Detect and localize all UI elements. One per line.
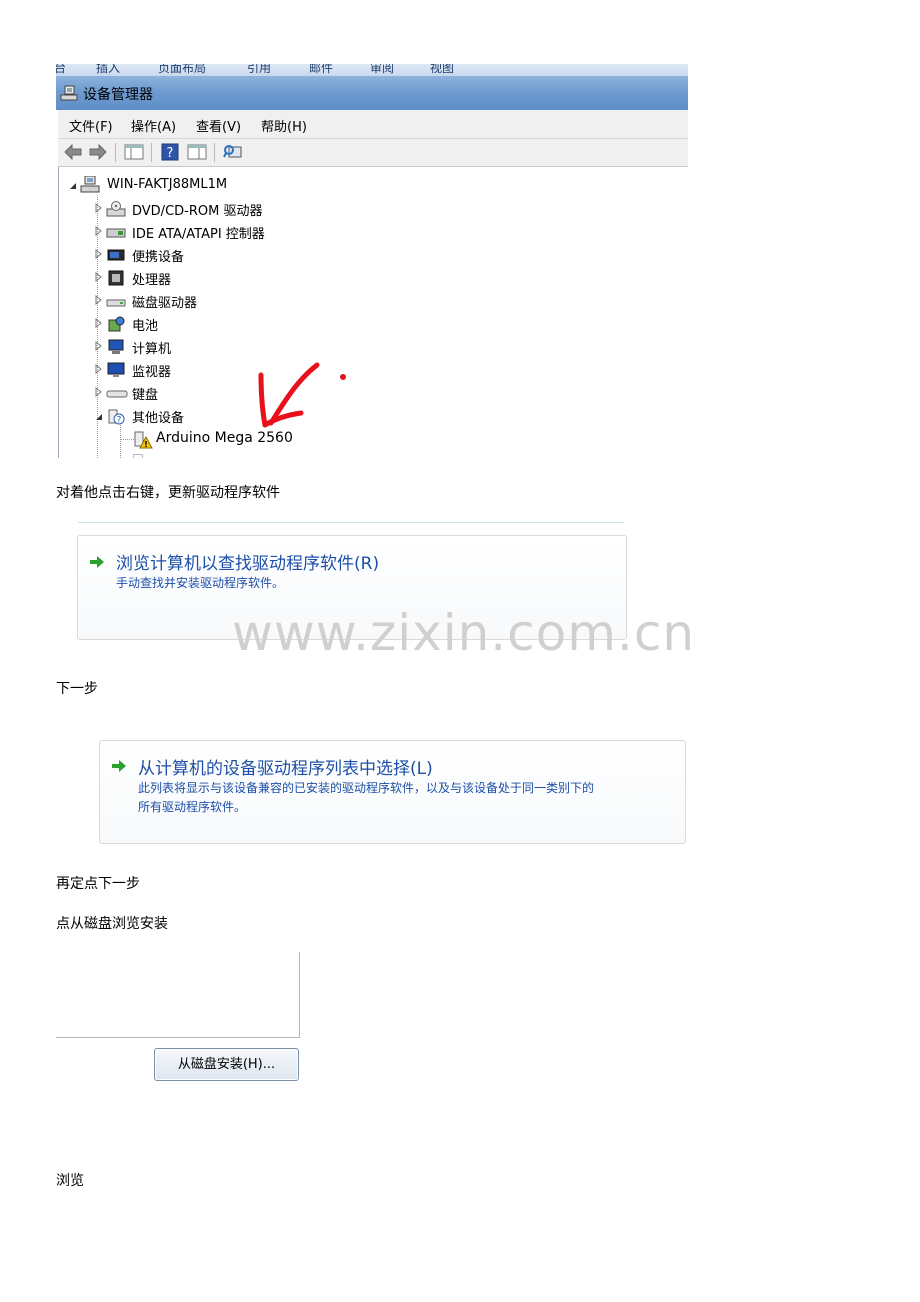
- option-description: 手动查找并安装驱动程序软件。: [116, 576, 285, 590]
- category-label: 磁盘驱动器: [132, 296, 198, 311]
- keyboard-icon: [106, 390, 128, 398]
- battery-icon: [108, 316, 125, 332]
- collapsed-arrow-icon[interactable]: [95, 318, 103, 328]
- collapsed-arrow-icon[interactable]: [95, 364, 103, 374]
- menu-help[interactable]: 帮助(H): [261, 116, 307, 135]
- option-title[interactable]: 从计算机的设备驱动程序列表中选择(L): [138, 754, 433, 779]
- back-arrow-icon[interactable]: [63, 143, 83, 161]
- properties-pane-icon[interactable]: [187, 143, 207, 161]
- category-label: 处理器: [132, 273, 172, 288]
- toolbar: ?: [58, 139, 688, 167]
- collapsed-arrow-icon[interactable]: [95, 226, 103, 236]
- collapsed-arrow-icon[interactable]: [95, 203, 103, 213]
- forward-arrow-icon[interactable]: [88, 143, 108, 161]
- dvd-drive-icon: [106, 201, 126, 217]
- svg-text:?: ?: [117, 416, 122, 426]
- device-manager-icon: [60, 85, 78, 101]
- computer-name: WIN-FAKTJ88ML1M: [107, 177, 228, 192]
- collapsed-arrow-icon[interactable]: [95, 387, 103, 397]
- scan-hardware-changes-icon[interactable]: [223, 143, 243, 161]
- ribbon-tab[interactable]: 引用: [247, 64, 271, 76]
- category-label: 电池: [132, 319, 159, 334]
- category-label: 计算机: [132, 342, 172, 357]
- toolbar-separator: [151, 143, 152, 162]
- ribbon-tab[interactable]: 页面布局: [158, 64, 206, 76]
- have-disk-button[interactable]: 从磁盘安装(H)...: [154, 1048, 299, 1081]
- other-device-icon: ?: [108, 409, 125, 426]
- tree-guide-line: [120, 425, 121, 458]
- device-manager-screenshot: 台 插入 页面布局 引用 邮件 审阅 视图 设备管理器 文件(F) 操作(A) …: [56, 64, 688, 458]
- watermark-text: www.zixin.com.cn: [232, 604, 696, 662]
- word-ribbon-fragment: 台 插入 页面布局 引用 邮件 审阅 视图: [56, 64, 688, 76]
- toolbar-separator: [115, 143, 116, 162]
- next-tree-item-fragment: [133, 454, 143, 458]
- instruction-browse: 浏览: [56, 1173, 84, 1189]
- expanded-arrow-icon[interactable]: [95, 412, 103, 422]
- processor-icon: [108, 270, 124, 286]
- toolbar-separator: [214, 143, 215, 162]
- window-title: 设备管理器: [83, 87, 153, 103]
- option-description-line2: 所有驱动程序软件。: [138, 800, 247, 814]
- instruction-next-step: 下一步: [56, 681, 98, 697]
- menu-view[interactable]: 查看(V): [196, 116, 241, 135]
- collapsed-arrow-icon[interactable]: [95, 295, 103, 305]
- menu-file[interactable]: 文件(F): [69, 116, 113, 135]
- svg-text:?: ?: [167, 146, 174, 161]
- computer-network-icon: [80, 176, 100, 193]
- instruction-install-from-disk: 点从磁盘浏览安装: [56, 916, 168, 932]
- ribbon-tab[interactable]: 台: [56, 64, 66, 76]
- category-label: 监视器: [132, 365, 172, 380]
- monitor-icon: [107, 362, 125, 377]
- category-label: DVD/CD-ROM 驱动器: [132, 204, 263, 219]
- show-hide-console-tree-icon[interactable]: [124, 143, 144, 161]
- instruction-right-click-update: 对着他点击右键，更新驱动程序软件: [56, 485, 280, 501]
- green-arrow-icon: [112, 760, 126, 772]
- computer-icon: [108, 339, 124, 354]
- svg-text:!: !: [144, 440, 148, 449]
- help-icon[interactable]: ?: [161, 143, 179, 161]
- option-description-line1: 此列表将显示与该设备兼容的已安装的驱动程序软件，以及与该设备处于同一类别下的: [138, 781, 595, 795]
- ribbon-tab[interactable]: 审阅: [370, 64, 394, 76]
- window-titlebar[interactable]: 设备管理器: [56, 76, 688, 110]
- ribbon-tab[interactable]: 插入: [96, 64, 120, 76]
- option-title[interactable]: 浏览计算机以查找驱动程序软件(R): [116, 549, 379, 574]
- category-label: 便携设备: [132, 250, 185, 265]
- category-label: 其他设备: [132, 411, 185, 426]
- ide-controller-icon: [106, 228, 126, 238]
- tree-guide-line: [120, 439, 134, 440]
- menu-action[interactable]: 操作(A): [131, 116, 176, 135]
- disk-drive-icon: [106, 299, 126, 307]
- device-tree: WIN-FAKTJ88ML1M DVD/CD-ROM 驱动器 IDE ATA/A…: [58, 167, 688, 458]
- divider-line: [78, 522, 624, 523]
- instruction-next-again: 再定点下一步: [56, 876, 140, 892]
- collapsed-arrow-icon[interactable]: [95, 249, 103, 259]
- portable-device-icon: [107, 249, 125, 261]
- collapsed-arrow-icon[interactable]: [95, 341, 103, 351]
- category-label: IDE ATA/ATAPI 控制器: [132, 227, 265, 242]
- driver-list-box-fragment: [56, 952, 300, 1038]
- green-arrow-icon: [90, 556, 104, 568]
- expanded-arrow-icon[interactable]: [69, 181, 77, 191]
- category-label: 键盘: [132, 388, 159, 403]
- menu-bar: 文件(F) 操作(A) 查看(V) 帮助(H): [58, 110, 688, 139]
- choose-from-list-option[interactable]: 从计算机的设备驱动程序列表中选择(L) 此列表将显示与该设备兼容的已安装的驱动程…: [99, 740, 686, 844]
- ribbon-tab[interactable]: 视图: [430, 64, 454, 76]
- ribbon-tab[interactable]: 邮件: [309, 64, 333, 76]
- collapsed-arrow-icon[interactable]: [95, 272, 103, 282]
- red-annotation-arrow-icon: [258, 362, 346, 428]
- warning-device-icon: !: [134, 431, 153, 449]
